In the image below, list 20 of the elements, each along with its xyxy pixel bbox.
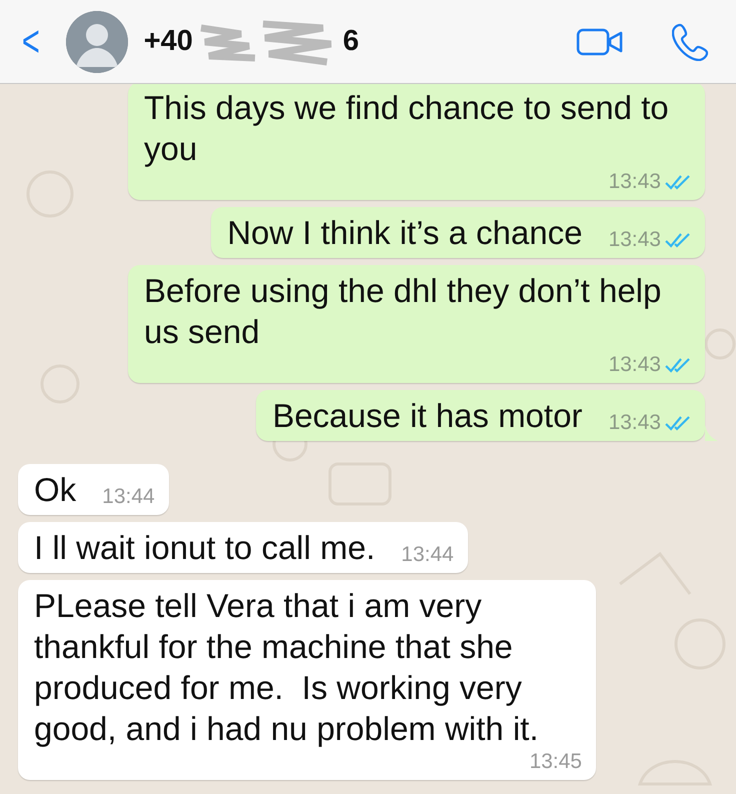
video-call-icon[interactable] (576, 26, 624, 56)
message-text: This days we find chance to send to you (144, 88, 670, 169)
message-text: Before using the dhl they don’t help us send (144, 271, 662, 352)
message-text: Now I think it’s a chance (227, 213, 582, 253)
message-time: 13:43 (608, 352, 661, 378)
avatar[interactable] (66, 10, 128, 72)
message-time: 13:44 (401, 542, 454, 568)
message-text: Ok (34, 470, 76, 510)
contact-name-fragment: 6 (342, 24, 360, 59)
message-text: I ll wait ionut to call me. (34, 528, 376, 568)
message-time: 13:44 (102, 484, 155, 510)
message-text: PLease tell Vera that i am very thankful for the machine that she produced for me. Is working very good, and i had nu problem with it. (34, 586, 540, 749)
message-time: 13:45 (529, 749, 582, 775)
phone-call-icon[interactable] (672, 22, 708, 60)
contact-name[interactable]: +40 (144, 20, 193, 64)
message-text: Because it has motor (272, 396, 582, 436)
back-button[interactable]: < (18, 20, 44, 64)
message-time: 13:43 (608, 227, 661, 253)
message-time: 13:43 (608, 169, 661, 195)
message-time: 13:43 (608, 410, 661, 436)
